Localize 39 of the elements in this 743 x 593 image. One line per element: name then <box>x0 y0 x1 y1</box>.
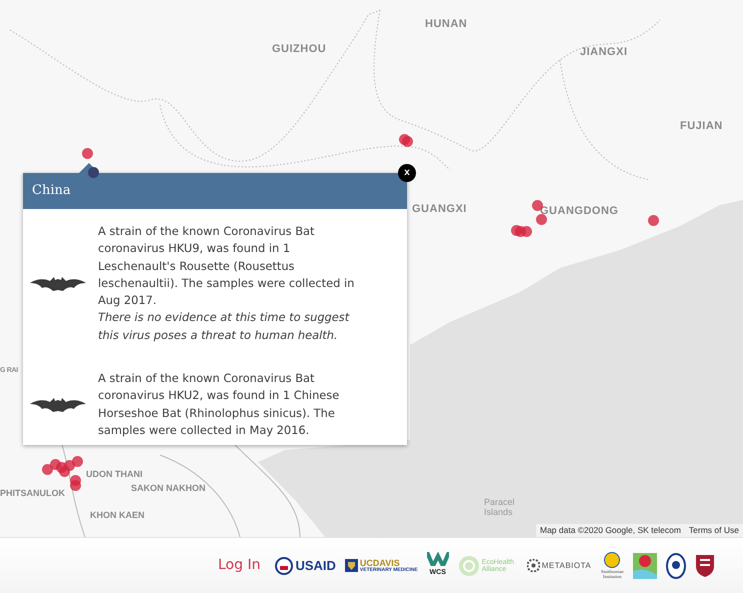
login-link[interactable]: Log In <box>218 555 260 576</box>
map-marker[interactable] <box>70 480 81 491</box>
map-pin-icon <box>633 552 658 578</box>
finding-text: A strain of the known Coronavirus Bat coronavirus HKU2, was found in 1 Chinese Horseshoe Bat (Rhinolophus sinicus). The samples were collected in May 2016. <box>98 370 340 439</box>
region-label: GUIZHOU <box>272 42 326 57</box>
gear-icon <box>526 559 540 572</box>
region-label: GUANGDONG <box>540 204 618 219</box>
circle-icon <box>458 554 480 576</box>
finding-text: A strain of the known Coronavirus Bat coronavirus HKU9, was found in 1 Leschenault's Rousette (Rousettus leschenaultii). The samples were collected in Aug 2017. <box>98 223 356 310</box>
shield-icon <box>695 554 716 578</box>
map-marker[interactable] <box>536 214 547 225</box>
wave-icon <box>426 552 449 566</box>
partner-logo-text: UCDAVIS <box>360 558 400 568</box>
region-label: HUNAN <box>425 17 468 32</box>
close-button[interactable]: x <box>398 164 416 182</box>
region-label: GUANGXI <box>412 202 467 217</box>
region-label: KHON KAEN <box>90 509 145 522</box>
shield-icon <box>344 559 358 572</box>
region-label: Paracel Islands <box>484 498 516 518</box>
map-marker[interactable] <box>648 215 659 226</box>
seal-icon <box>275 556 294 574</box>
map-marker[interactable] <box>42 464 53 475</box>
region-label: PHITSANULOK <box>0 487 65 500</box>
map-marker[interactable] <box>521 226 532 237</box>
region-label: JIANGXI <box>580 45 628 60</box>
partner-logo-text: USAID <box>295 556 336 575</box>
region-label: UDON THANI <box>86 468 142 481</box>
oval-emblem-icon <box>666 552 686 578</box>
map-marker[interactable] <box>72 456 83 467</box>
popup-title: China <box>32 182 71 200</box>
terms-link[interactable]: Terms of Use <box>684 524 743 537</box>
map-attribution: Map data ©2020 Google, SK telecom <box>536 524 685 537</box>
partner-logo-text: METABIOTA <box>542 560 592 572</box>
region-label: FUJIAN <box>680 119 723 134</box>
region-label: SAKON NAKHON <box>131 482 206 495</box>
finding-note: There is no evidence at this time to suggest this virus poses a threat to human health. <box>98 309 350 344</box>
map-marker[interactable] <box>82 148 93 159</box>
sun-icon <box>604 552 620 568</box>
map-marker[interactable] <box>402 136 413 147</box>
